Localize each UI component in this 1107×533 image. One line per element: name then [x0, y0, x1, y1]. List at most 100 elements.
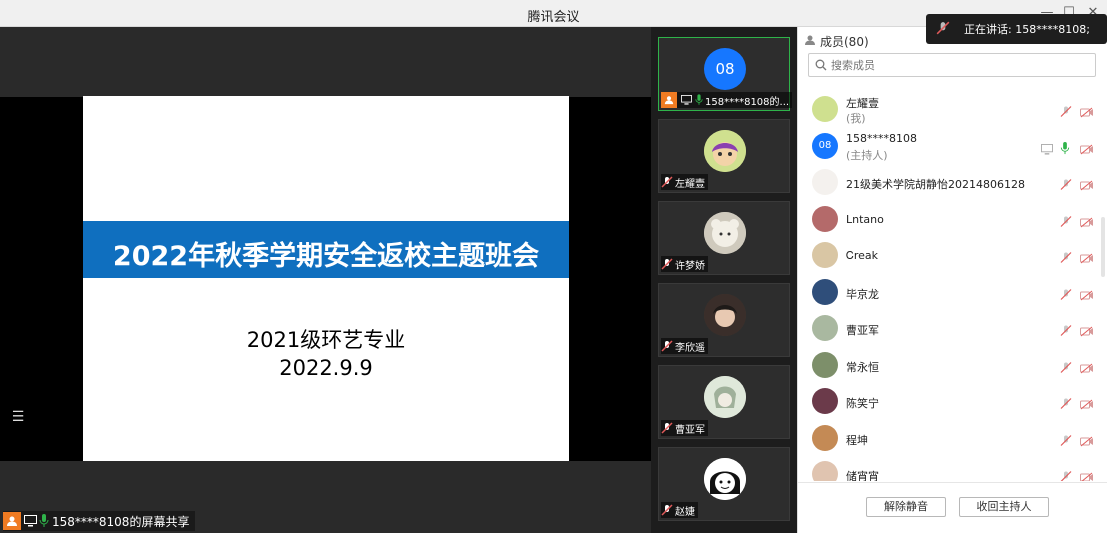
member-name: 毕京龙 [846, 287, 879, 301]
camera-off-icon[interactable] [1080, 176, 1094, 195]
video-tile[interactable]: 许梦娇 [658, 201, 790, 275]
camera-off-icon[interactable] [1080, 140, 1094, 159]
screen-share-icon [1041, 140, 1053, 159]
tile-name: 左耀壹 [675, 178, 705, 190]
member-row[interactable]: 08 158****8108 (主持人) [798, 128, 1107, 164]
avatar [812, 351, 838, 378]
avatar [812, 96, 838, 122]
video-tile[interactable]: 曹亚军 [658, 365, 790, 439]
screen-share-area[interactable]: 2022年秋季学期安全返校主题班会 2021级环艺专业 2022.9.9 ☰ 1… [0, 27, 651, 533]
tile-name: 赵婕 [675, 506, 695, 518]
avatar [812, 315, 838, 341]
member-name: 储宵宵 [846, 470, 879, 481]
member-name: 陈笑宁 [846, 397, 879, 410]
unmute-all-button[interactable]: 解除静音 [866, 497, 946, 517]
mic-muted-icon[interactable] [1060, 395, 1072, 414]
camera-off-icon[interactable] [1080, 395, 1094, 414]
mic-muted-icon [661, 501, 673, 520]
member-panel: 成员(80) 左耀壹 (我) 08 158****8108 (主持人) 21级美术学院胡静… [797, 27, 1107, 533]
camera-off-icon[interactable] [1080, 103, 1094, 122]
host-icon [661, 92, 677, 108]
mic-muted-icon[interactable] [1060, 249, 1072, 268]
mic-muted-icon[interactable] [1060, 176, 1072, 195]
mic-muted-icon[interactable] [1060, 359, 1072, 378]
tile-label: 158****8108的... [661, 92, 793, 108]
mic-muted-icon[interactable] [1060, 103, 1072, 122]
tile-name: 李欣遥 [675, 342, 705, 354]
video-tile[interactable]: 左耀壹 [658, 119, 790, 193]
mic-muted-icon [661, 173, 673, 192]
screen-share-icon [24, 515, 37, 527]
member-role: (我) [846, 112, 866, 125]
member-row[interactable]: 陈笑宁 [798, 383, 1107, 419]
camera-off-icon[interactable] [1080, 213, 1094, 232]
avatar [812, 278, 838, 305]
camera-off-icon[interactable] [1080, 359, 1094, 378]
member-name: 常永恒 [846, 360, 879, 374]
mic-muted-icon [936, 20, 950, 39]
tile-name: 158****8108的... [705, 96, 790, 108]
member-row[interactable]: Lntano [798, 201, 1107, 237]
mic-muted-icon[interactable] [1060, 213, 1072, 232]
slide-title-band: 2022年秋季学期安全返校主题班会 [83, 221, 569, 278]
speaking-indicator: 正在讲话: 158****8108; [926, 14, 1107, 44]
tile-label: 曹亚军 [661, 420, 708, 436]
video-tile[interactable]: 李欣遥 [658, 283, 790, 357]
member-row[interactable]: 左耀壹 (我) [798, 91, 1107, 127]
video-tiles-column: 08 158****8108的... 左耀壹 许梦娇 李欣遥 曹亚军 赵婕 [651, 27, 797, 533]
camera-off-icon[interactable] [1080, 322, 1094, 341]
member-row[interactable]: Ꮯreak [798, 237, 1107, 273]
mic-on-icon[interactable] [1060, 140, 1070, 159]
share-owner-text: 158****8108的屏幕共享 [52, 514, 190, 529]
mic-muted-icon[interactable] [1060, 468, 1072, 481]
slide-title: 2022年秋季学期安全返校主题班会 [112, 241, 540, 272]
presentation-slide: 2022年秋季学期安全返校主题班会 2021级环艺专业 2022.9.9 [83, 96, 569, 461]
member-name: 曹亚军 [846, 324, 879, 337]
camera-off-icon[interactable] [1080, 468, 1094, 481]
tile-name: 许梦娇 [675, 260, 705, 272]
avatar [704, 458, 746, 500]
video-tile-host[interactable]: 08 158****8108的... [658, 37, 793, 111]
member-list-scrollbar[interactable] [1101, 217, 1105, 277]
avatar [812, 461, 838, 481]
video-tile[interactable]: 赵婕 [658, 447, 790, 521]
member-row[interactable]: 21级美术学院胡静怡20214806128 [798, 164, 1107, 200]
mic-muted-icon[interactable] [1060, 322, 1072, 341]
slide-subtitle: 2021级环艺专业 [246, 328, 406, 352]
camera-off-icon[interactable] [1080, 286, 1094, 305]
speaking-text: 正在讲话: 158****8108; [964, 23, 1090, 36]
mic-on-icon [39, 514, 49, 528]
member-name: 21级美术学院胡静怡20214806128 [846, 178, 1025, 191]
member-row[interactable]: 曹亚军 [798, 310, 1107, 346]
member-row[interactable]: 毕京龙 [798, 274, 1107, 310]
avatar [812, 205, 838, 232]
tile-label: 赵婕 [661, 502, 698, 518]
mic-muted-icon[interactable] [1060, 432, 1072, 451]
member-list: 左耀壹 (我) 08 158****8108 (主持人) 21级美术学院胡静怡202148… [798, 91, 1107, 481]
list-menu-icon[interactable]: ☰ [9, 408, 27, 426]
reclaim-host-button[interactable]: 收回主持人 [959, 497, 1049, 517]
mic-muted-icon [661, 419, 673, 438]
avatar: 08 [704, 48, 746, 90]
member-name: Ꮯreak [846, 249, 878, 262]
member-row[interactable]: 常永恒 [798, 347, 1107, 383]
member-search-input[interactable] [831, 58, 1071, 72]
member-search[interactable] [808, 53, 1096, 77]
tile-label: 许梦娇 [661, 256, 708, 272]
member-name: Lntano [846, 212, 884, 226]
tile-name: 曹亚军 [675, 424, 705, 436]
member-name: 158****8108 [846, 131, 917, 145]
search-icon [815, 56, 827, 75]
meeting-window: 腾讯会议 — ☐ ✕ 2022年秋季学期安全返校主题班会 2021级环艺专业 2… [0, 0, 1107, 533]
mic-muted-icon [661, 337, 673, 356]
mic-on-icon [695, 94, 703, 106]
mic-muted-icon[interactable] [1060, 286, 1072, 305]
screen-share-icon [680, 94, 693, 106]
camera-off-icon[interactable] [1080, 249, 1094, 268]
camera-off-icon[interactable] [1080, 432, 1094, 451]
member-panel-footer: 解除静音 收回主持人 [798, 482, 1107, 533]
slide-date: 2022.9.9 [279, 356, 373, 380]
member-row[interactable]: 程坤 [798, 420, 1107, 456]
member-row[interactable]: 储宵宵 [798, 456, 1107, 481]
avatar [812, 388, 838, 414]
